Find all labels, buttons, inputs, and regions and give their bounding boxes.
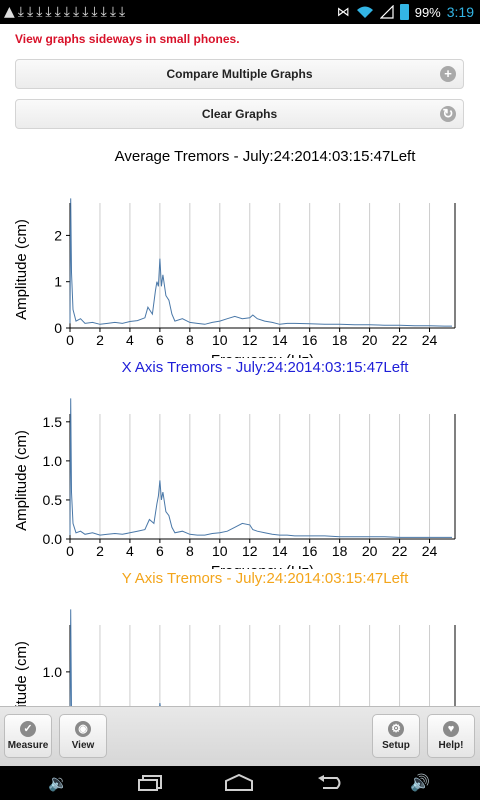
plus-circle-icon: + [440, 66, 456, 82]
download-icon: ⤓ [109, 4, 117, 20]
x-tick-label: 4 [126, 543, 134, 559]
download-icon: ⤓ [73, 4, 80, 20]
compare-graphs-button[interactable]: Compare Multiple Graphs + [15, 59, 464, 89]
x-tick-label: 22 [392, 543, 408, 559]
help-button[interactable]: ♥ Help! [427, 714, 475, 758]
chart-svg: 012024681012141618202224Frequency (Hz)Am… [13, 198, 456, 358]
download-icon: ⤓ [45, 4, 52, 20]
y-tick-label: 1.0 [43, 453, 63, 469]
x-tick-label: 0 [66, 332, 74, 348]
x-tick-label: 12 [242, 332, 258, 348]
eye-icon: ◉ [75, 721, 91, 737]
main-content[interactable]: View graphs sideways in small phones. Co… [0, 24, 480, 706]
recent-apps-icon[interactable] [138, 775, 164, 791]
y-tick-label: 1.0 [43, 664, 63, 680]
download-icon: ⤓ [119, 4, 126, 20]
y-axis-tremors-chart: Y Axis Tremors - July:24:2014:03:15:47Le… [0, 570, 480, 706]
notification-icons: ▲ ⤓ ⤓ ⤓ ⤓ ⤓ ⤓ ⤓ ⤓ ⤓ ⤓ ⤓ ⤓ [4, 2, 125, 22]
x-tick-label: 8 [186, 543, 194, 559]
chart-svg: 0.00.51.01.5024681012141618202224Frequen… [13, 398, 456, 569]
navigation-bar: 🔉 🔊 [0, 766, 480, 800]
y-tick-label: 0 [54, 320, 62, 336]
refresh-circle-icon: ↻ [440, 106, 456, 122]
y-axis-label: Amplitude (cm) [13, 219, 30, 320]
x-tick-label: 10 [212, 332, 228, 348]
heart-icon: ♥ [443, 721, 459, 737]
x-tick-label: 12 [242, 543, 258, 559]
view-label: View [71, 740, 95, 751]
x-tick-label: 4 [126, 332, 134, 348]
x-tick-label: 22 [392, 332, 408, 348]
battery-icon [399, 4, 409, 20]
x-axis-label: Frequency (Hz) [211, 352, 314, 358]
y-tick-label: 0.0 [43, 531, 63, 547]
download-icon: ⤓ [26, 4, 34, 20]
x-tick-label: 14 [272, 543, 288, 559]
signal-icon [379, 5, 394, 19]
chart-svg: 0.51.0Amplitude (cm) [13, 609, 456, 706]
clear-graphs-button[interactable]: Clear Graphs ↻ [15, 99, 464, 129]
android-icon: ▲ [4, 4, 15, 20]
clock: 3:19 [446, 4, 474, 20]
x-tick-label: 16 [302, 332, 318, 348]
y-tick-label: 0.5 [43, 492, 63, 508]
download-icon: ⤓ [100, 4, 107, 20]
x-tick-label: 20 [362, 332, 378, 348]
measure-label: Measure [7, 740, 49, 751]
x-tick-label: 2 [96, 332, 104, 348]
x-tick-label: 6 [156, 543, 164, 559]
y-axis-label: Amplitude (cm) [13, 641, 30, 706]
status-bar: ▲ ⤓ ⤓ ⤓ ⤓ ⤓ ⤓ ⤓ ⤓ ⤓ ⤓ ⤓ ⤓ ⋈ 99% 3:19 [0, 0, 480, 24]
battery-percent: 99% [414, 4, 441, 20]
gear-icon: ⚙ [388, 721, 404, 737]
y-axis-label: Amplitude (cm) [13, 430, 30, 531]
x-tick-label: 16 [302, 543, 318, 559]
volume-down-icon[interactable]: 🔉 [48, 772, 68, 794]
download-icon: ⤓ [36, 4, 43, 20]
wifi-icon [356, 6, 373, 18]
series-line [69, 398, 452, 538]
x-tick-label: 20 [362, 543, 378, 559]
x-tick-label: 10 [212, 543, 228, 559]
average-tremors-chart: Average Tremors - July:24:2014:03:15:47L… [0, 148, 480, 358]
compare-graphs-label: Compare Multiple Graphs [166, 67, 313, 81]
measure-button[interactable]: ✓ Measure [4, 714, 52, 758]
download-icon: ⤓ [63, 4, 70, 20]
back-icon[interactable] [315, 775, 343, 791]
x-axis-label: Frequency (Hz) [211, 563, 314, 569]
x-tick-label: 24 [422, 332, 438, 348]
check-circle-icon: ✓ [20, 721, 36, 737]
bluetooth-icon: ⋈ [336, 4, 350, 19]
download-icon: ⤓ [54, 4, 61, 20]
clear-graphs-label: Clear Graphs [201, 107, 278, 121]
view-button[interactable]: ◉ View [59, 714, 107, 758]
x-tick-label: 24 [422, 543, 438, 559]
y-tick-label: 1 [54, 274, 62, 290]
x-tick-label: 8 [186, 332, 194, 348]
x-axis-tremors-chart: X Axis Tremors - July:24:2014:03:15:47Le… [0, 359, 480, 569]
download-icon: ⤓ [91, 4, 98, 20]
help-label: Help! [438, 740, 464, 751]
home-icon[interactable] [224, 774, 254, 792]
warning-text: View graphs sideways in small phones. [15, 32, 240, 46]
setup-label: Setup [382, 740, 410, 751]
y-tick-label: 2 [54, 227, 62, 243]
series-line [69, 198, 452, 327]
series-line [69, 609, 161, 706]
x-tick-label: 6 [156, 332, 164, 348]
download-icon: ⤓ [17, 4, 24, 20]
setup-button[interactable]: ⚙ Setup [372, 714, 420, 758]
x-tick-label: 0 [66, 543, 74, 559]
x-tick-label: 18 [332, 332, 348, 348]
y-tick-label: 1.5 [43, 414, 63, 430]
volume-up-icon[interactable]: 🔊 [410, 772, 430, 794]
x-tick-label: 2 [96, 543, 104, 559]
bottom-toolbar: ✓ Measure ◉ View ⚙ Setup ♥ Help! [0, 706, 480, 767]
x-tick-label: 18 [332, 543, 348, 559]
download-icon: ⤓ [82, 4, 89, 20]
x-tick-label: 14 [272, 332, 288, 348]
